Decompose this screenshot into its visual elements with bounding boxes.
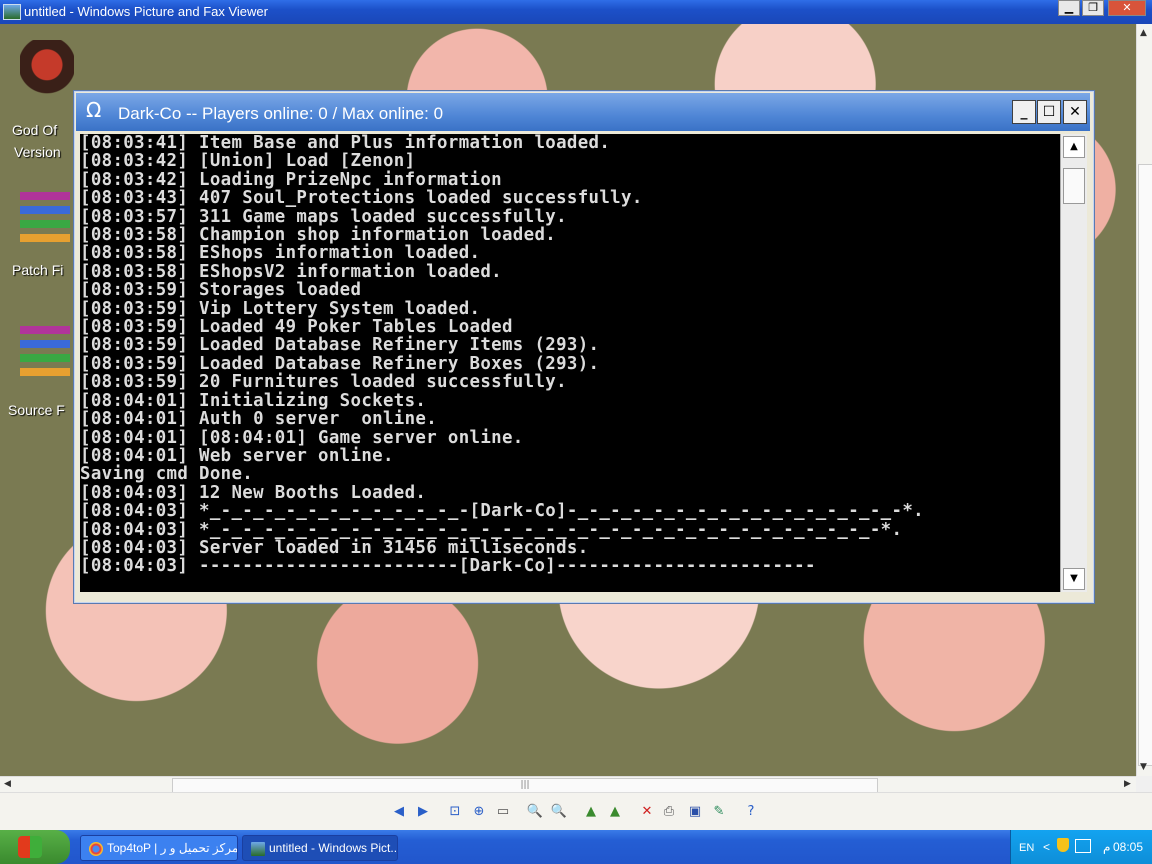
best-fit-icon[interactable]: ⊡ — [446, 804, 464, 820]
clock[interactable]: 08:05 — [1113, 840, 1143, 854]
horizontal-scroll-thumb[interactable]: ||| — [172, 778, 878, 793]
viewer-vertical-scrollbar[interactable]: ▲ ▼ — [1136, 24, 1152, 776]
console-line: [08:03:59] Loaded Database Refinery Boxe… — [80, 353, 600, 374]
delete-icon[interactable]: ✕ — [638, 804, 656, 820]
security-shield-icon[interactable] — [1057, 838, 1069, 852]
console-minimize-button[interactable]: _ — [1012, 100, 1036, 124]
omega-icon: Ω — [86, 98, 102, 122]
scroll-up-button[interactable]: ▲ — [1063, 136, 1085, 158]
taskbar: Top4toP | مركز تحميل و ر... untitled - W… — [0, 830, 1152, 864]
console-line: [08:03:59] Vip Lottery System loaded. — [80, 298, 481, 319]
scroll-right-arrow-icon[interactable]: ▶ — [1124, 779, 1131, 789]
show-hidden-icons-button[interactable]: < — [1043, 840, 1050, 854]
viewer-title-bar[interactable]: untitled - Windows Picture and Fax Viewe… — [0, 0, 1152, 24]
scroll-down-button[interactable]: ▼ — [1063, 568, 1085, 590]
taskbar-item-label: untitled - Windows Pict... — [269, 841, 398, 855]
console-line: [08:04:03] ------------------------[Dark… — [80, 556, 816, 577]
picture-viewer-icon — [251, 841, 265, 856]
console-line: [08:03:59] 20 Furnitures loaded successf… — [80, 372, 567, 393]
console-line: [08:03:58] Champion shop information loa… — [80, 225, 557, 246]
console-line: [08:04:03] *_-_-_-_-_-_-_-_-_-_-_-_-[Dar… — [80, 501, 924, 522]
console-line: [08:03:57] 311 Game maps loaded successf… — [80, 206, 567, 227]
maximize-button[interactable]: ❐ — [1082, 0, 1104, 16]
scroll-thumb[interactable] — [1063, 168, 1085, 204]
save-icon[interactable]: ▣ — [686, 804, 704, 820]
console-line: [08:03:58] EShopsV2 information loaded. — [80, 261, 502, 282]
start-button[interactable] — [0, 830, 70, 864]
scroll-left-arrow-icon[interactable]: ◀ — [4, 779, 11, 789]
desktop-icon-label: God Of — [12, 122, 58, 138]
console-line: [08:03:58] EShops information loaded. — [80, 243, 481, 264]
scroll-up-arrow-icon[interactable]: ▲ — [1140, 28, 1147, 38]
console-line: [08:04:01] Auth 0 server online. — [80, 409, 438, 430]
actual-size-icon[interactable]: ⊕ — [470, 804, 488, 820]
zoom-out-icon[interactable]: 🔍 — [550, 804, 568, 820]
network-icon[interactable] — [1075, 839, 1091, 853]
viewer-toolbar: ◀ ▶ ⊡ ⊕ ▭ 🔍 🔍 ▲ ▲ ✕ ⎙ ▣ ✎? — [0, 792, 1152, 831]
console-maximize-button[interactable]: ☐ — [1037, 100, 1061, 124]
console-line: Saving cmd Done. — [80, 464, 254, 485]
slideshow-icon[interactable]: ▭ — [494, 804, 512, 820]
console-line: [08:03:59] Loaded Database Refinery Item… — [80, 335, 600, 356]
rotate-counterclockwise-icon[interactable]: ▲ — [606, 804, 624, 820]
rotate-clockwise-icon[interactable]: ▲ — [582, 804, 600, 820]
clock-ampm: م — [1103, 840, 1111, 854]
edit-icon[interactable]: ✎ — [710, 804, 728, 820]
console-scrollbar[interactable]: ▲ ▼ — [1060, 134, 1087, 592]
console-line: [08:04:01] [08:04:01] Game server online… — [80, 427, 524, 448]
desktop-icon-label: Source F — [8, 402, 65, 418]
viewer-horizontal-scrollbar[interactable]: ◀ ||| ▶ — [0, 776, 1136, 793]
console-close-button[interactable]: ✕ — [1063, 100, 1087, 124]
console-line: [08:03:59] Storages loaded — [80, 280, 362, 301]
desktop-icon-label: Version — [14, 144, 61, 160]
console-line: [08:04:03] 12 New Booths Loaded. — [80, 482, 427, 503]
console-line: [08:03:42] [Union] Load [Zenon] — [80, 151, 416, 172]
system-tray: EN < م 08:05 — [1010, 830, 1152, 864]
console-window[interactable]: Ω Dark-Co -- Players online: 0 / Max onl… — [73, 90, 1095, 604]
next-image-icon[interactable]: ▶ — [414, 804, 432, 820]
console-line: [08:03:42] Loading PrizeNpc information — [80, 169, 502, 190]
console-line: [08:03:43] 407 Soul_Protections loaded s… — [80, 188, 643, 209]
minimize-button[interactable]: ▁ — [1058, 0, 1080, 16]
console-line: [08:04:03] *_-_-_-_-_-_-_-_-_-_-_-_-_-_-… — [80, 519, 903, 540]
console-line: [08:04:01] Web server online. — [80, 445, 394, 466]
console-line: [08:03:59] Loaded 49 Poker Tables Loaded — [80, 317, 513, 338]
taskbar-item-label: Top4toP | مركز تحميل و ر... — [107, 841, 238, 855]
winrar-icon — [20, 186, 74, 248]
chrome-icon — [89, 841, 103, 856]
scroll-down-arrow-icon[interactable]: ▼ — [1140, 762, 1147, 772]
language-indicator[interactable]: EN — [1019, 842, 1034, 854]
picture-viewer-icon — [3, 4, 21, 20]
zoom-in-icon[interactable]: 🔍 — [526, 804, 544, 820]
console-line: [08:04:01] Initializing Sockets. — [80, 390, 427, 411]
taskbar-item-picture-viewer[interactable]: untitled - Windows Pict... — [242, 835, 398, 861]
viewer-window-title: untitled - Windows Picture and Fax Viewe… — [24, 4, 268, 19]
game-icon — [20, 40, 74, 102]
console-output[interactable]: [08:03:41] Item Base and Plus informatio… — [80, 134, 1060, 592]
previous-image-icon[interactable]: ◀ — [390, 804, 408, 820]
console-line: [08:04:03] Server loaded in 31456 millis… — [80, 537, 589, 558]
desktop-icon-label: Patch Fi — [12, 262, 64, 278]
vertical-scroll-thumb[interactable] — [1138, 164, 1152, 766]
close-button[interactable]: ✕ — [1108, 0, 1146, 16]
winrar-icon — [20, 320, 74, 382]
windows-logo-icon — [18, 836, 42, 858]
console-window-title: Dark-Co -- Players online: 0 / Max onlin… — [118, 104, 444, 123]
print-icon[interactable]: ⎙ — [660, 804, 678, 820]
console-line: [08:03:41] Item Base and Plus informatio… — [80, 134, 611, 153]
console-title-bar[interactable]: Ω Dark-Co -- Players online: 0 / Max onl… — [76, 93, 1090, 131]
taskbar-item-browser[interactable]: Top4toP | مركز تحميل و ر... — [80, 835, 238, 861]
help-icon[interactable]: ? — [742, 804, 760, 820]
